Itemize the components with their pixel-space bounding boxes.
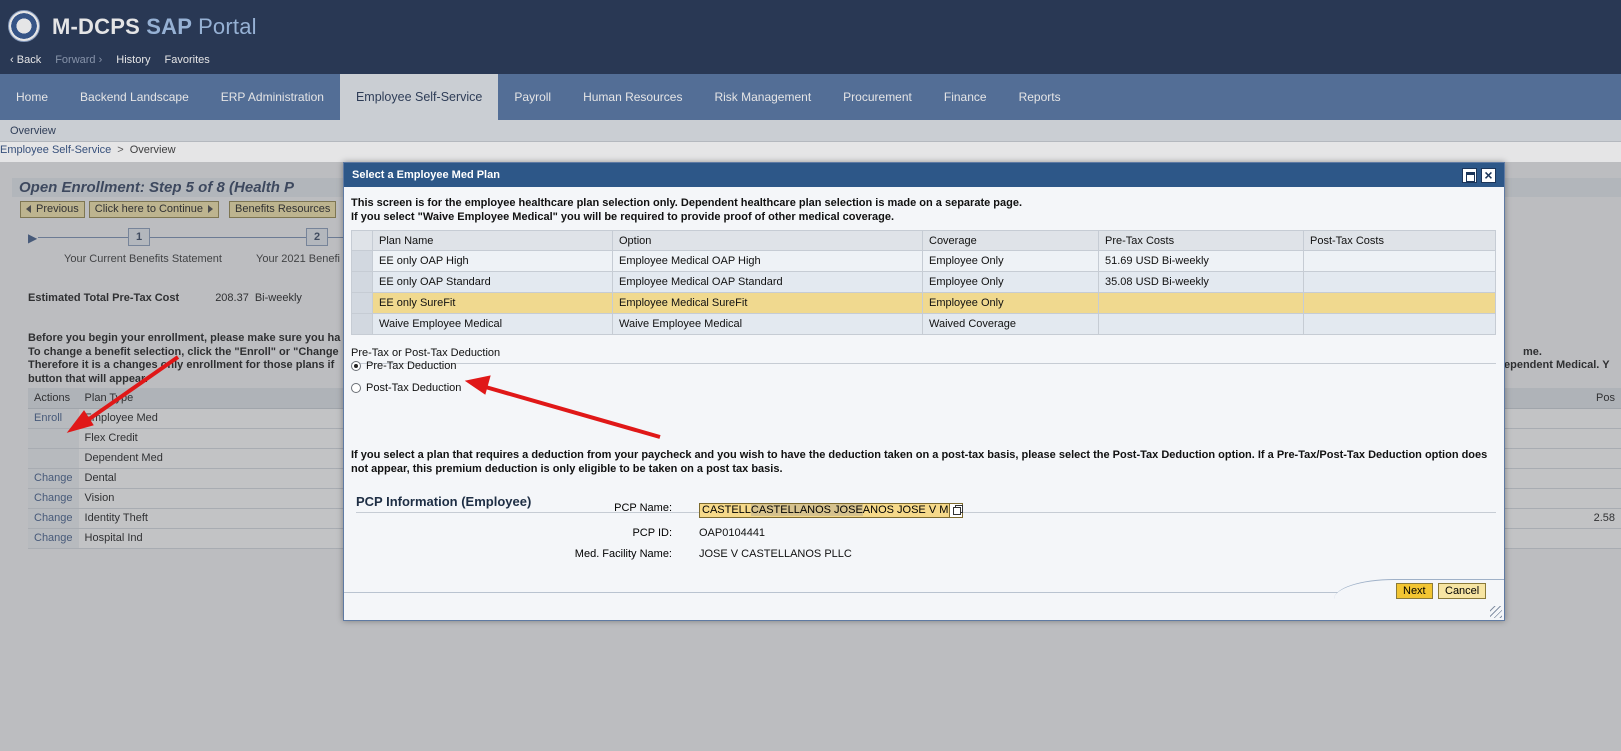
post-tax-option[interactable]: Post-Tax Deduction [351, 382, 461, 394]
row-selector[interactable] [351, 271, 373, 293]
row-selector[interactable] [351, 313, 373, 335]
pre-tax-option[interactable]: Pre-Tax Deduction [351, 360, 457, 372]
deduction-section-title: Pre-Tax or Post-Tax Deduction [351, 347, 501, 359]
row-selector[interactable] [351, 250, 373, 272]
pcp-name-label: PCP Name: [614, 502, 672, 514]
next-button[interactable]: Next [1396, 583, 1433, 599]
cancel-button[interactable]: Cancel [1438, 583, 1487, 599]
resize-grip-icon[interactable] [1490, 606, 1502, 618]
pcp-name-field[interactable]: CASTELLCASTELLANOS JOSEANOS JOSE V MD [699, 503, 963, 518]
maximize-icon[interactable] [1462, 168, 1477, 183]
select-med-plan-dialog: Select a Employee Med Plan × This screen… [343, 162, 1505, 621]
pcp-lookup-icon[interactable] [949, 503, 963, 518]
pcp-id-value: OAP0104441 [699, 527, 766, 539]
plan-row-surefit[interactable]: EE only SureFit Employee Medical SureFit… [351, 292, 1496, 314]
dialog-intro: This screen is for the employee healthca… [351, 197, 1023, 223]
post-tax-radio[interactable] [351, 383, 361, 393]
facility-label: Med. Facility Name: [574, 548, 672, 560]
dialog-title: Select a Employee Med Plan × [344, 163, 1504, 187]
row-selector[interactable] [351, 292, 373, 314]
deduction-note: If you select a plan that requires a ded… [351, 449, 1488, 475]
facility-value: JOSE V CASTELLANOS PLLC [699, 548, 852, 560]
close-icon[interactable]: × [1481, 168, 1496, 183]
table-header: Plan Name Option Coverage Pre-Tax Costs … [351, 230, 1496, 251]
med-plan-table: Plan Name Option Coverage Pre-Tax Costs … [351, 230, 1496, 335]
modal-overlay-top [0, 0, 1621, 162]
plan-row-oap-high[interactable]: EE only OAP High Employee Medical OAP Hi… [351, 250, 1496, 272]
pre-tax-radio[interactable] [351, 361, 361, 371]
dialog-footer [344, 579, 1504, 620]
pcp-id-label: PCP ID: [632, 527, 672, 539]
plan-row-oap-standard[interactable]: EE only OAP Standard Employee Medical OA… [351, 271, 1496, 293]
plan-row-waive[interactable]: Waive Employee Medical Waive Employee Me… [351, 313, 1496, 335]
